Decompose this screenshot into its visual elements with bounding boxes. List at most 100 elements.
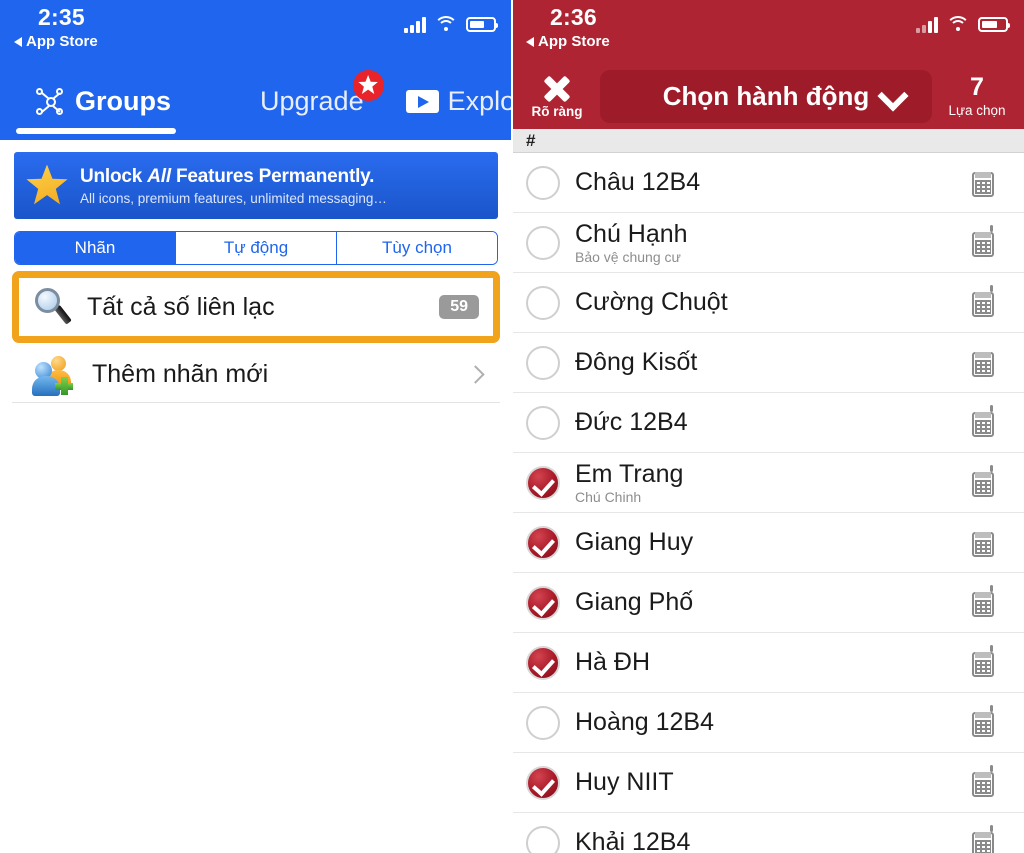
right-status-bar: 2:36 App Store <box>512 0 1024 63</box>
contact-name: Cường Chuột <box>575 288 728 317</box>
checkbox-unchecked-icon[interactable] <box>526 405 560 440</box>
right-screen-select-contacts: 2:36 App Store Rõ ràng Chọn hành động 7 <box>512 0 1024 853</box>
back-label: App Store <box>538 33 610 50</box>
back-arrow-icon <box>526 36 534 47</box>
tab-upgrade[interactable]: Upgrade <box>213 69 384 118</box>
table-row[interactable]: Huy NIIT <box>512 753 1024 813</box>
add-people-icon <box>32 355 78 396</box>
table-row[interactable]: Em Trang Chú Chinh <box>512 453 1024 513</box>
table-row[interactable]: Giang Huy <box>512 513 1024 573</box>
table-row[interactable]: Hoàng 12B4 <box>512 693 1024 753</box>
table-row[interactable]: Cường Chuột <box>512 273 1024 333</box>
tab-groups[interactable]: Groups <box>30 86 177 117</box>
dual-screenshot-composite: 2:35 App Store Groups Upgrade Explo Unlo… <box>0 0 1024 853</box>
choose-action-dropdown[interactable]: Chọn hành động <box>600 69 932 123</box>
back-to-app-store[interactable]: App Store <box>526 33 610 50</box>
tab-groups-label: Groups <box>75 86 172 116</box>
add-label-text: Thêm nhãn mới <box>92 360 269 388</box>
upgrade-star-badge-icon <box>352 69 384 101</box>
tab-explore[interactable]: Explore 8 <box>400 86 512 117</box>
checkbox-unchecked-icon[interactable] <box>526 705 560 740</box>
selection-count: 7 <box>970 72 984 101</box>
table-row[interactable]: Giang Phố <box>512 573 1024 633</box>
back-to-app-store[interactable]: App Store <box>14 33 98 50</box>
contact-info: Cường Chuột <box>560 288 972 317</box>
magnifier-icon <box>33 287 73 327</box>
contact-name: Hoàng 12B4 <box>575 708 715 737</box>
mobile-phone-icon <box>972 644 994 677</box>
contact-info: Châu 12B4 <box>560 168 972 197</box>
mobile-phone-icon <box>972 284 994 317</box>
table-row[interactable]: Chú Hạnh Bảo vệ chung cư <box>512 213 1024 273</box>
battery-icon <box>466 17 498 32</box>
contact-info: Giang Phố <box>560 588 972 617</box>
upgrade-promo-banner[interactable]: Unlock All Features Permanently. All ico… <box>14 152 498 219</box>
contact-info: Em Trang Chú Chinh <box>560 460 972 506</box>
tab-explore-label: Explore <box>447 86 512 116</box>
left-status-bar: 2:35 App Store <box>0 0 512 63</box>
tab-upgrade-label: Upgrade <box>260 86 364 116</box>
contact-name: Đông Kisốt <box>575 348 698 377</box>
back-label: App Store <box>26 33 98 50</box>
checkbox-checked-icon[interactable] <box>526 465 560 500</box>
segment-tuy-chon[interactable]: Tùy chọn <box>337 232 497 264</box>
contact-name: Huy NIIT <box>575 768 674 797</box>
video-icon <box>405 90 439 113</box>
list-item-all-contacts[interactable]: Tất cả số liên lạc 59 <box>19 278 493 336</box>
panel-divider <box>511 0 513 853</box>
contact-info: Hà ĐH <box>560 648 972 677</box>
left-screen-groups-app: 2:35 App Store Groups Upgrade Explo Unlo… <box>0 0 512 853</box>
contact-info: Huy NIIT <box>560 768 972 797</box>
list-item-add-label[interactable]: Thêm nhãn mới <box>12 347 500 403</box>
left-content-area: Unlock All Features Permanently. All ico… <box>0 152 512 853</box>
contact-name: Khải 12B4 <box>575 828 691 853</box>
checkbox-checked-icon[interactable] <box>526 525 560 560</box>
checkbox-checked-icon[interactable] <box>526 765 560 800</box>
active-tab-indicator <box>16 128 176 134</box>
clear-selection-button[interactable]: Rõ ràng <box>520 73 594 119</box>
table-row[interactable]: Đức 12B4 <box>512 393 1024 453</box>
contact-name: Giang Huy <box>575 528 694 557</box>
mobile-phone-icon <box>972 584 994 617</box>
contact-info: Chú Hạnh Bảo vệ chung cư <box>560 220 972 266</box>
table-row[interactable]: Hà ĐH <box>512 633 1024 693</box>
contact-name: Đức 12B4 <box>575 408 688 437</box>
segment-tu-dong[interactable]: Tự động <box>176 232 337 264</box>
contact-info: Đông Kisốt <box>560 348 972 377</box>
segmented-control: Nhãn Tự động Tùy chọn <box>14 231 498 265</box>
mobile-phone-icon <box>972 224 994 257</box>
mobile-phone-icon <box>972 529 994 557</box>
contact-name: Giang Phố <box>575 588 694 617</box>
highlight-box: Tất cả số liên lạc 59 <box>12 271 500 343</box>
contact-name: Châu 12B4 <box>575 168 701 197</box>
action-bar: Rõ ràng Chọn hành động 7 Lựa chọn <box>512 63 1024 129</box>
mobile-phone-icon <box>972 464 994 497</box>
mobile-phone-icon <box>972 169 994 197</box>
promo-subtitle: All icons, premium features, unlimited m… <box>80 190 387 206</box>
choose-action-label: Chọn hành động <box>662 80 870 111</box>
all-contacts-label: Tất cả số liên lạc <box>87 292 275 321</box>
chevron-right-icon <box>466 365 485 384</box>
checkbox-checked-icon[interactable] <box>526 585 560 620</box>
contact-subtitle: Chú Chinh <box>575 489 642 506</box>
checkbox-checked-icon[interactable] <box>526 645 560 680</box>
back-arrow-icon <box>14 36 22 47</box>
contact-info: Hoàng 12B4 <box>560 708 972 737</box>
checkbox-unchecked-icon[interactable] <box>526 825 560 853</box>
contact-list: Châu 12B4 Chú Hạnh Bảo vệ chung cư Cường… <box>512 153 1024 853</box>
checkbox-unchecked-icon[interactable] <box>526 165 560 200</box>
wifi-icon <box>946 16 970 33</box>
segment-nhan[interactable]: Nhãn <box>15 232 176 264</box>
contact-info: Khải 12B4 <box>560 828 972 853</box>
signal-icon <box>404 16 426 33</box>
checkbox-unchecked-icon[interactable] <box>526 285 560 320</box>
checkbox-unchecked-icon[interactable] <box>526 225 560 260</box>
mobile-phone-icon <box>972 349 994 377</box>
table-row[interactable]: Đông Kisốt <box>512 333 1024 393</box>
checkbox-unchecked-icon[interactable] <box>526 345 560 380</box>
table-row[interactable]: Châu 12B4 <box>512 153 1024 213</box>
gold-star-icon <box>26 164 68 205</box>
chevron-down-icon <box>877 79 909 112</box>
table-row[interactable]: Khải 12B4 <box>512 813 1024 853</box>
groups-icon <box>36 87 66 117</box>
